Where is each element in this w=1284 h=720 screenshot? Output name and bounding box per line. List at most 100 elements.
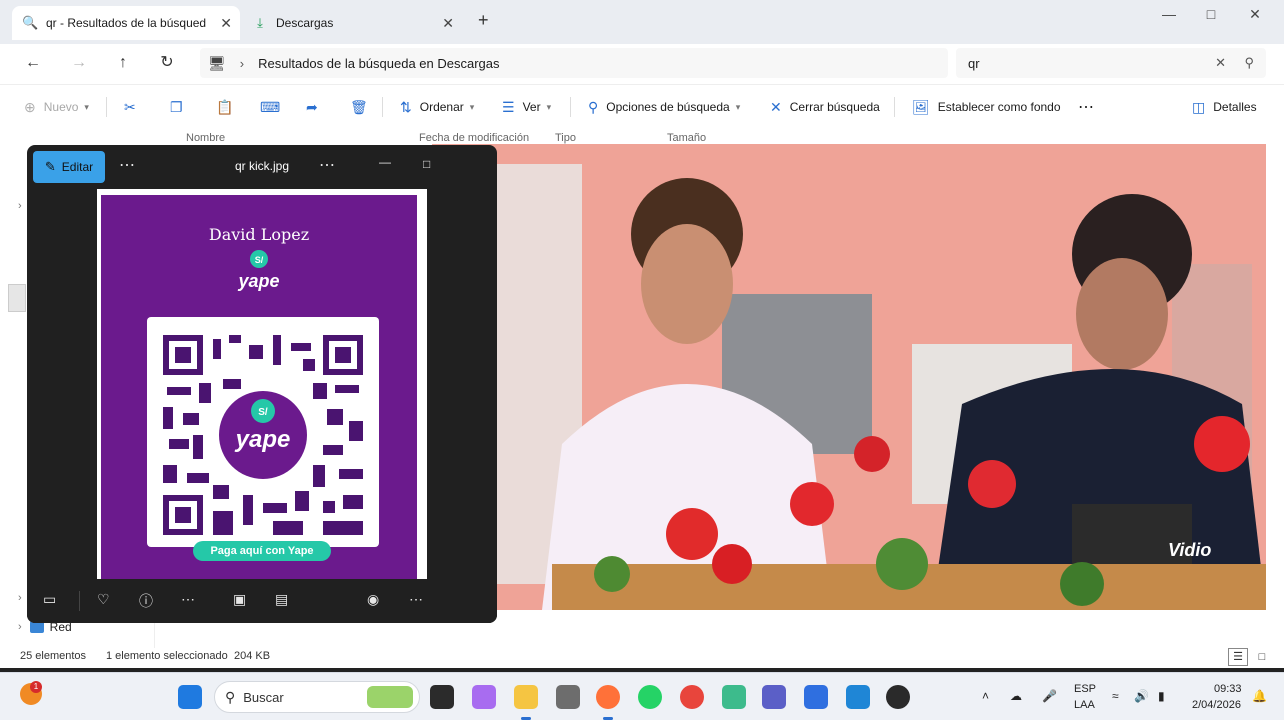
view-button[interactable]: ☰ Ver ▾	[502, 97, 551, 117]
favorite-heart-icon[interactable]: ♡	[97, 591, 110, 608]
paste-button[interactable]: 📋	[216, 97, 241, 117]
clear-icon[interactable]: ✕	[1215, 55, 1226, 71]
more-options-button[interactable]: ⋯	[1078, 97, 1094, 117]
microphone-icon[interactable]: 🎤	[1042, 689, 1057, 703]
info-icon[interactable]: ⓘ	[139, 591, 153, 611]
firefox-icon[interactable]	[596, 685, 620, 709]
filmstrip-icon[interactable]: ▭	[43, 591, 56, 608]
command-bar: ⊕ Nuevo ▾ ✂ ❐ 📋 ⌨ ➦ 🗑 ⇅ Ordenar ▾ ☰ Ver …	[0, 84, 1284, 128]
taskbar-search-label: Buscar	[243, 689, 284, 705]
file-explorer-icon[interactable]	[514, 685, 538, 709]
notification-bell-icon[interactable]: 🔔	[1252, 689, 1267, 703]
fit-to-window-icon[interactable]: ▣	[233, 591, 246, 608]
new-tab-button[interactable]: +	[478, 10, 489, 31]
wifi-icon[interactable]: ≈	[1112, 689, 1119, 703]
expand-chevron-icon[interactable]: ›	[18, 200, 22, 212]
column-modified[interactable]: Fecha de modificación	[419, 132, 529, 144]
chevron-down-icon: ▾	[735, 101, 741, 112]
back-button[interactable]: ←	[20, 50, 46, 76]
snipping-tool-icon[interactable]	[556, 685, 580, 709]
photos-icon[interactable]	[846, 685, 870, 709]
expand-chevron-icon: ›	[18, 621, 22, 633]
more-icon[interactable]: ⋯	[409, 591, 423, 608]
language-bottom[interactable]: LAA	[1074, 699, 1095, 711]
svg-text:S/: S/	[255, 255, 264, 265]
more-icon[interactable]: ⋯	[119, 155, 135, 175]
set-background-label: Establecer como fondo	[937, 100, 1061, 114]
tab-downloads[interactable]: ⤓ Descargas ✕	[242, 6, 462, 40]
chevron-up-icon[interactable]: ˄	[982, 689, 989, 703]
refresh-button[interactable]: ↻	[154, 50, 180, 76]
copy-button[interactable]: ❐	[170, 97, 191, 117]
photo-viewer-window: ✎ Editar ⋯ qr kick.jpg ⋯ — □ David Lopez…	[27, 145, 497, 623]
app-icon[interactable]	[804, 685, 828, 709]
close-tab-icon[interactable]: ✕	[220, 15, 232, 32]
maximize-button[interactable]: □	[423, 157, 430, 171]
address-bar[interactable]: 🖥 › Resultados de la búsqueda en Descarg…	[200, 48, 948, 78]
divider	[106, 97, 107, 117]
cut-button[interactable]: ✂	[124, 97, 144, 117]
notification-badge: 1	[30, 681, 42, 693]
windows-start-icon[interactable]	[178, 685, 202, 709]
expand-chevron-icon[interactable]: ›	[18, 592, 22, 604]
pay-here-pill: Paga aquí con Yape	[193, 541, 331, 561]
delete-button[interactable]: 🗑	[350, 97, 376, 117]
chrome-icon[interactable]	[680, 685, 704, 709]
edit-button[interactable]: ✎ Editar	[33, 151, 105, 183]
search-icon: ⚲	[225, 688, 236, 705]
video-frame	[432, 144, 1266, 610]
divider	[79, 591, 80, 611]
whatsapp-icon[interactable]	[638, 685, 662, 709]
maximize-button[interactable]: □	[1196, 6, 1226, 22]
details-view-button[interactable]: ☰	[1228, 648, 1248, 666]
nav-scroll-thumb[interactable]	[8, 284, 26, 312]
search-options-button[interactable]: ⚲ Opciones de búsqueda ▾	[588, 97, 740, 117]
clock-time[interactable]: 09:33	[1214, 683, 1242, 695]
language-top[interactable]: ESP	[1074, 683, 1096, 695]
column-name[interactable]: Nombre	[186, 132, 225, 144]
new-button[interactable]: ⊕ Nuevo ▾	[24, 97, 89, 117]
search-input[interactable]: qr ✕ ⚲	[956, 48, 1266, 78]
close-tab-icon[interactable]: ✕	[442, 15, 454, 32]
set-background-button[interactable]: 🖼 Establecer como fondo	[912, 97, 1061, 117]
camera-icon[interactable]: ◉	[367, 591, 379, 608]
sort-button[interactable]: ⇅ Ordenar ▾	[400, 97, 474, 117]
selection-size: 204 KB	[234, 650, 271, 662]
cloud-icon[interactable]: ☁	[1010, 689, 1022, 703]
more-icon[interactable]: ⋯	[319, 155, 335, 175]
qr-code: S/ yape	[163, 335, 363, 535]
tab-search-results[interactable]: 🔍 qr - Resultados de la búsqued ✕	[12, 6, 240, 40]
volume-icon[interactable]: 🔊	[1134, 689, 1149, 703]
search-options-label: Opciones de búsqueda	[606, 100, 730, 114]
search-icon[interactable]: ⚲	[1244, 55, 1254, 71]
up-button[interactable]: ↑	[110, 50, 136, 76]
share-button[interactable]: ➦	[306, 97, 326, 117]
rename-button[interactable]: ⌨	[260, 97, 288, 117]
teams-icon[interactable]	[762, 685, 786, 709]
taskbar-search[interactable]: ⚲ Buscar	[214, 681, 420, 713]
more-icon[interactable]: ⋯	[181, 591, 195, 608]
copilot-icon[interactable]	[472, 685, 496, 709]
details-label: Detalles	[1213, 100, 1257, 114]
title-bar: 🔍 qr - Resultados de la búsqued ✕ ⤓ Desc…	[0, 0, 1284, 44]
clock-date[interactable]: 2/04/2026	[1192, 699, 1241, 711]
tiles-view-button[interactable]: □	[1252, 648, 1272, 666]
yape-logo-graphic: S/ yape	[237, 250, 280, 291]
actual-size-icon[interactable]: ▤	[275, 591, 288, 608]
sort-icon: ⇅	[400, 98, 412, 115]
edge-icon[interactable]	[722, 685, 746, 709]
column-size[interactable]: Tamaño	[667, 132, 706, 144]
column-type[interactable]: Tipo	[555, 132, 576, 144]
task-view-icon[interactable]	[430, 685, 454, 709]
close-window-button[interactable]: ✕	[1240, 6, 1270, 23]
qr-brand: yape	[235, 426, 291, 453]
battery-icon[interactable]: ▮	[1158, 689, 1165, 703]
breadcrumb[interactable]: Resultados de la búsqueda en Descargas	[258, 56, 499, 71]
minimize-button[interactable]: —	[1154, 6, 1184, 22]
details-button[interactable]: ◫ Detalles	[1192, 97, 1257, 117]
close-search-button[interactable]: ✕ Cerrar búsqueda	[770, 97, 880, 117]
forward-button[interactable]: →	[66, 50, 92, 76]
obs-icon[interactable]	[886, 685, 910, 709]
minimize-button[interactable]: —	[379, 155, 391, 169]
new-label: Nuevo	[43, 100, 79, 114]
